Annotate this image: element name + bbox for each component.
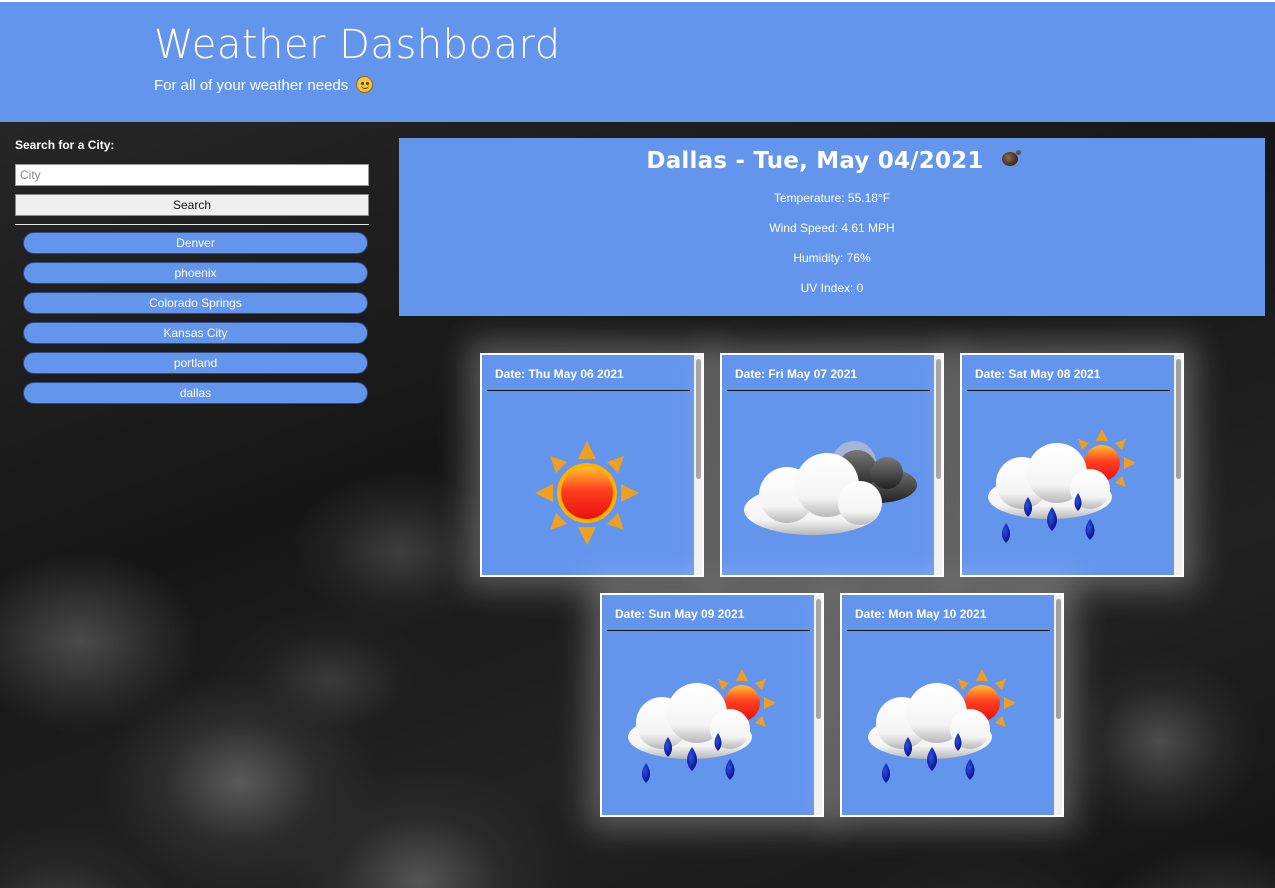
card-scrollbar[interactable]	[934, 355, 942, 575]
history-city-button[interactable]: phoenix	[23, 262, 368, 284]
page-title: Weather Dashboard	[154, 22, 561, 68]
current-city-date: Dallas - Tue, May 04/2021	[646, 148, 984, 174]
card-divider	[847, 630, 1050, 631]
history-city-button[interactable]: dallas	[23, 382, 368, 404]
rain-sun-icon	[628, 669, 776, 783]
forecast-date: Date: Fri May 07 2021	[735, 367, 858, 381]
current-heading: Dallas - Tue, May 04/2021	[399, 148, 1265, 174]
sidebar-divider	[15, 224, 369, 225]
forecast-card: Date: Thu May 06 2021	[480, 353, 704, 577]
search-sidebar: Search for a City: Search Denver phoenix…	[15, 138, 369, 412]
card-scrollbar[interactable]	[1054, 595, 1062, 815]
search-history: Denver phoenix Colorado Springs Kansas C…	[15, 232, 369, 404]
forecast-date: Date: Sun May 09 2021	[615, 607, 745, 621]
forecast-card: Date: Fri May 07 2021	[720, 353, 944, 577]
page-header: Weather Dashboard For all of your weathe…	[0, 0, 1275, 122]
search-label: Search for a City:	[15, 138, 115, 152]
history-city-button[interactable]: portland	[23, 352, 368, 374]
history-city-button[interactable]: Colorado Springs	[23, 292, 368, 314]
cloudy-icon	[744, 441, 917, 535]
forecast-date: Date: Thu May 06 2021	[495, 367, 624, 381]
current-temperature: Temperature: 55.18°F	[773, 191, 891, 205]
forecast-card: Date: Mon May 10 2021	[840, 593, 1064, 817]
subtitle-text: For all of your weather needs	[154, 77, 349, 94]
city-search-input[interactable]	[15, 164, 369, 186]
history-city-button[interactable]: Denver	[23, 232, 368, 254]
history-city-button[interactable]: Kansas City	[23, 322, 368, 344]
sun-icon	[535, 441, 639, 545]
card-scrollbar[interactable]	[694, 355, 702, 575]
forecast-card: Date: Sun May 09 2021	[600, 593, 824, 817]
search-button[interactable]: Search	[15, 194, 369, 216]
current-uv-index: UV Index: 0	[800, 281, 864, 295]
card-divider	[967, 390, 1170, 391]
card-divider	[487, 390, 690, 391]
page-subtitle: For all of your weather needs	[154, 76, 374, 94]
current-weather-panel: Dallas - Tue, May 04/2021 Temperature: 5…	[399, 138, 1265, 316]
forecast-card: Date: Sat May 08 2021	[960, 353, 1184, 577]
forecast-date: Date: Mon May 10 2021	[855, 607, 987, 621]
current-wind-speed: Wind Speed: 4.61 MPH	[769, 221, 895, 235]
rain-sun-icon	[868, 669, 1016, 783]
card-scrollbar[interactable]	[814, 595, 822, 815]
card-divider	[727, 390, 930, 391]
night-cloud-icon	[1001, 150, 1021, 166]
card-scrollbar[interactable]	[1174, 355, 1182, 575]
rain-sun-icon	[988, 429, 1136, 543]
card-divider	[607, 630, 810, 631]
forecast-date: Date: Sat May 08 2021	[975, 367, 1101, 381]
current-humidity: Humidity: 76%	[793, 251, 871, 265]
smile-emoji-icon	[356, 76, 374, 93]
